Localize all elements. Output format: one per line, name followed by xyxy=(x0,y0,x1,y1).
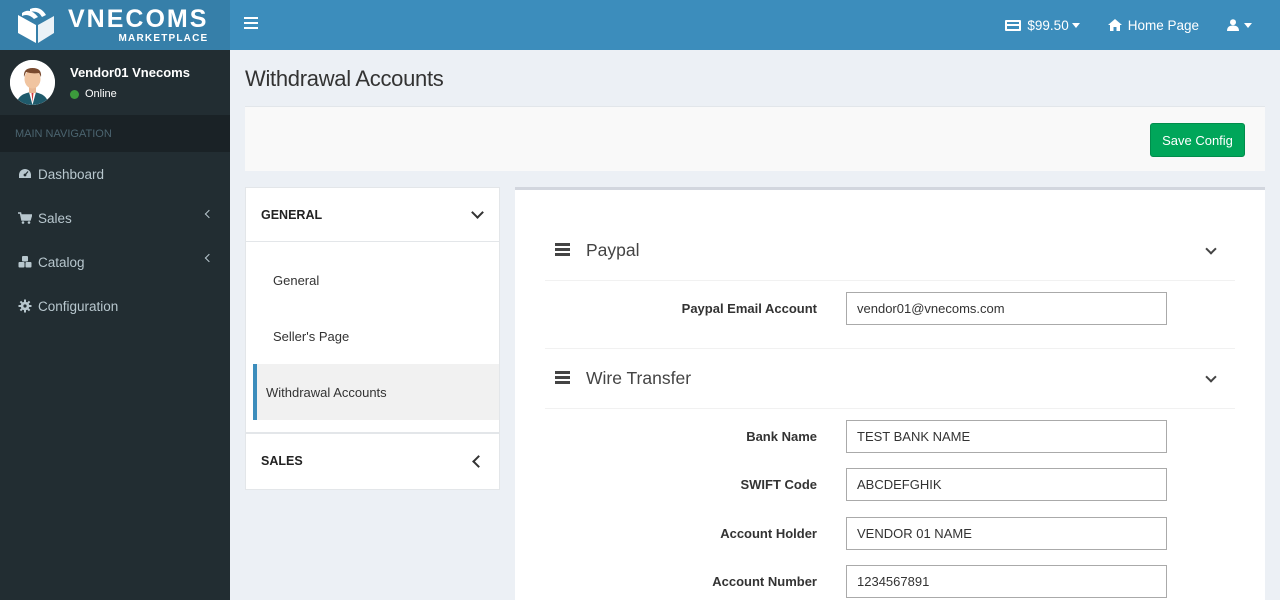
config-item-sellers-page[interactable]: Seller's Page xyxy=(253,308,499,364)
gear-icon xyxy=(18,299,32,313)
config-item-withdrawal-accounts[interactable]: Withdrawal Accounts xyxy=(253,364,499,420)
field-label: Account Holder xyxy=(720,525,817,541)
sidebar-item-catalog[interactable]: Catalog xyxy=(0,240,230,284)
sidebar-toggle-button[interactable] xyxy=(244,17,258,31)
logo-mark-icon xyxy=(18,7,54,43)
brand-name: VNECOMS xyxy=(68,4,209,33)
dashboard-icon xyxy=(19,169,31,178)
sidebar-item-label: Dashboard xyxy=(38,166,105,182)
user-menu-dropdown[interactable] xyxy=(1213,0,1266,50)
sidebar-item-configuration[interactable]: Configuration xyxy=(0,284,230,328)
config-group-general[interactable]: GENERAL xyxy=(246,188,499,242)
sidebar-item-label: Configuration xyxy=(38,298,119,314)
hamburger-icon xyxy=(244,17,258,19)
paypal-email-input[interactable] xyxy=(846,291,1167,325)
chevron-down-icon xyxy=(471,206,484,219)
config-form-panel: Paypal Paypal Email Account Wire Transfe… xyxy=(515,187,1265,600)
chevron-left-icon xyxy=(204,253,214,263)
sidebar-item-dashboard[interactable]: Dashboard xyxy=(0,152,230,196)
home-page-link[interactable]: Home Page xyxy=(1094,0,1213,50)
brand-logo[interactable]: VNECOMS MARKETPLACE xyxy=(0,0,230,50)
brand-tagline: MARKETPLACE xyxy=(118,32,209,44)
bank-name-row: Bank Name xyxy=(515,419,1265,453)
cubes-icon xyxy=(18,256,32,268)
home-page-label: Home Page xyxy=(1127,17,1199,33)
actions-toolbar: Save Config xyxy=(245,106,1265,171)
cart-icon xyxy=(18,212,32,224)
bank-name-input[interactable] xyxy=(846,419,1167,453)
section-title: Paypal xyxy=(586,240,640,260)
config-group-label: SALES xyxy=(261,454,303,468)
config-navigation: GENERAL General Seller's Page Withdrawal… xyxy=(245,187,500,490)
wire-transfer-section-header[interactable]: Wire Transfer xyxy=(545,349,1235,409)
config-group-sales[interactable]: SALES xyxy=(246,434,499,488)
account-number-input[interactable] xyxy=(846,564,1167,598)
top-navbar: $99.50 Home Page xyxy=(230,0,1280,50)
home-icon xyxy=(1107,19,1122,31)
config-group-label: GENERAL xyxy=(261,207,323,222)
credit-card-icon xyxy=(1005,19,1022,31)
section-title: Wire Transfer xyxy=(586,368,692,388)
sidebar-item-sales[interactable]: Sales xyxy=(0,196,230,240)
balance-amount: $99.50 xyxy=(1027,17,1069,33)
online-status-icon xyxy=(70,89,79,99)
swift-code-row: SWIFT Code xyxy=(515,467,1265,501)
user-status-label: Online xyxy=(85,88,117,100)
bars-icon xyxy=(555,243,570,258)
account-holder-row: Account Holder xyxy=(515,516,1265,550)
chevron-down-icon xyxy=(1205,243,1217,255)
account-number-row: Account Number xyxy=(515,564,1265,598)
field-label: Paypal Email Account xyxy=(681,300,817,316)
top-nav-menu: $99.50 Home Page xyxy=(991,0,1266,50)
main-sidebar: Vendor01 Vnecoms Online MAIN NAVIGATION … xyxy=(0,50,230,600)
field-label: Bank Name xyxy=(746,428,817,444)
field-label: Account Number xyxy=(712,573,817,589)
user-status: Online xyxy=(70,88,190,100)
user-panel: Vendor01 Vnecoms Online xyxy=(0,50,230,115)
bars-icon xyxy=(555,371,570,386)
user-icon xyxy=(1227,19,1239,31)
sidebar-item-label: Catalog xyxy=(38,254,85,270)
avatar xyxy=(10,60,55,105)
chevron-left-icon xyxy=(204,209,214,219)
config-group-items: General Seller's Page Withdrawal Account… xyxy=(246,242,499,434)
swift-code-input[interactable] xyxy=(846,467,1167,501)
paypal-email-row: Paypal Email Account xyxy=(515,291,1265,325)
main-navigation-header: MAIN NAVIGATION xyxy=(0,115,230,152)
caret-down-icon xyxy=(1244,22,1252,28)
field-label: SWIFT Code xyxy=(740,476,817,492)
account-holder-input[interactable] xyxy=(846,516,1167,550)
caret-down-icon xyxy=(1071,22,1080,28)
page-title: Withdrawal Accounts xyxy=(245,66,444,91)
chevron-down-icon xyxy=(1205,371,1217,383)
balance-dropdown[interactable]: $99.50 xyxy=(991,0,1093,50)
user-name: Vendor01 Vnecoms xyxy=(70,65,190,80)
chevron-left-icon xyxy=(472,455,485,468)
config-item-general[interactable]: General xyxy=(253,252,499,308)
user-avatar-icon xyxy=(10,60,55,105)
paypal-section-header[interactable]: Paypal xyxy=(545,221,1235,281)
save-config-button[interactable]: Save Config xyxy=(1150,123,1245,157)
sidebar-item-label: Sales xyxy=(38,210,72,226)
